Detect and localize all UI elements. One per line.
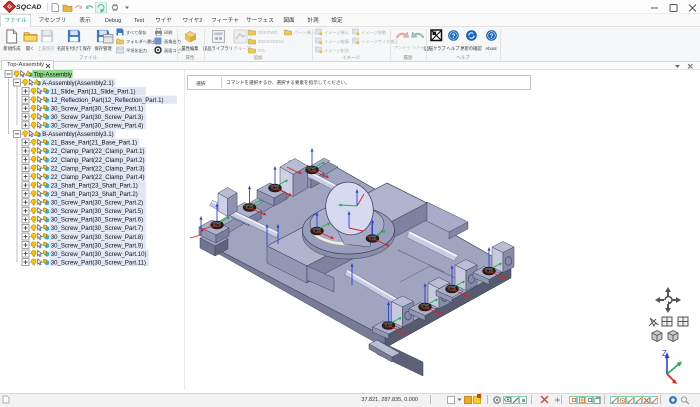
svg-text:Top-Assembly: Top-Assembly (34, 71, 73, 78)
svg-text:30_Screw_Part(30_Screw_Part.1): 30_Screw_Part(30_Screw_Part.1) (51, 106, 143, 113)
svg-text:?: ? (490, 33, 494, 40)
svg-text:30_Screw_Part(30_Screw_Part.3): 30_Screw_Part(30_Screw_Part.3) (51, 114, 143, 121)
svg-text:30_Screw_Part(30_Screw_Part.2): 30_Screw_Part(30_Screw_Part.2) (51, 200, 143, 207)
svg-text:30_Screw_Part(30_Screw_Part.11: 30_Screw_Part(30_Screw_Part.11) (51, 259, 146, 266)
svg-text:30_Screw_Part(30_Screw_Part.9): 30_Screw_Part(30_Screw_Part.9) (51, 242, 143, 249)
svg-text:Z: Z (662, 349, 667, 358)
svg-text:22_Clamp_Part(22_Clamp_Part.1): 22_Clamp_Part(22_Clamp_Part.1) (51, 148, 145, 155)
svg-text:30_Screw_Part(30_Screw_Part.10: 30_Screw_Part(30_Screw_Part.10) (51, 251, 147, 258)
svg-text:11_Slide_Part(11_Slide_Part.1): 11_Slide_Part(11_Slide_Part.1) (51, 88, 136, 95)
svg-text:23_Shaft_Part(23_Shaft_Part.2): 23_Shaft_Part(23_Shaft_Part.2) (51, 191, 138, 198)
svg-text:21_Base_Part(21_Base_Part.1): 21_Base_Part(21_Base_Part.1) (51, 140, 137, 147)
svg-text:23_Shaft_Part(23_Shaft_Part.1): 23_Shaft_Part(23_Shaft_Part.1) (51, 183, 138, 190)
svg-text:22_Clamp_Part(22_Clamp_Part.3): 22_Clamp_Part(22_Clamp_Part.3) (51, 165, 145, 172)
svg-text:22_Clamp_Part(22_Clamp_Part.4): 22_Clamp_Part(22_Clamp_Part.4) (51, 174, 145, 181)
svg-text:B-Assembly(Assembly3.1): B-Assembly(Assembly3.1) (42, 131, 113, 138)
svg-text:A-Assembly(Assembly2.1): A-Assembly(Assembly2.1) (42, 80, 113, 87)
svg-text:22_Clamp_Part(22_Clamp_Part.2): 22_Clamp_Part(22_Clamp_Part.2) (51, 157, 145, 164)
svg-text:30_Screw_Part(30_Screw_Part.6): 30_Screw_Part(30_Screw_Part.6) (51, 217, 143, 224)
svg-text:30_Screw_Part(30_Screw_Part.5): 30_Screw_Part(30_Screw_Part.5) (51, 208, 143, 215)
svg-text:30_Screw_Part(30_Screw_Part.8): 30_Screw_Part(30_Screw_Part.8) (51, 234, 143, 241)
svg-text:30_Screw_Part(30_Screw_Part.4): 30_Screw_Part(30_Screw_Part.4) (51, 123, 143, 130)
svg-text:?: ? (452, 33, 456, 40)
svg-text:SQCAD: SQCAD (16, 4, 42, 11)
svg-text:12_Reflection_Part(12_Reflecti: 12_Reflection_Part(12_Reflection_Part.1) (51, 97, 164, 104)
svg-text:30_Screw_Part(30_Screw_Part.7): 30_Screw_Part(30_Screw_Part.7) (51, 225, 143, 232)
